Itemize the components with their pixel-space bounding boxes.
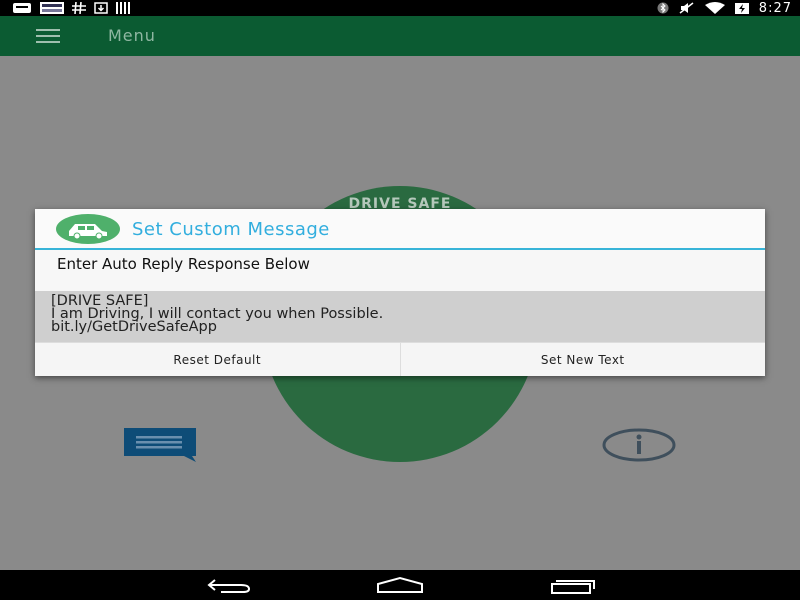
barcode-icon — [116, 2, 130, 14]
auto-reply-message-input[interactable]: [DRIVE SAFE] I am Driving, I will contac… — [35, 291, 765, 342]
status-time: 8:27 — [758, 0, 792, 16]
navigation-bar — [0, 570, 800, 600]
car-icon — [56, 214, 120, 244]
message-icon[interactable] — [124, 428, 196, 462]
status-bar: 8:27 — [0, 0, 800, 16]
set-custom-message-dialog: Set Custom Message Enter Auto Reply Resp… — [35, 209, 765, 376]
reset-default-button[interactable]: Reset Default — [35, 343, 400, 376]
bluetooth-icon — [657, 2, 669, 14]
dialog-button-bar: Reset Default Set New Text — [35, 342, 765, 376]
hamburger-menu-icon[interactable] — [36, 29, 60, 43]
info-icon[interactable] — [602, 428, 676, 462]
app-bar-title[interactable]: Menu — [108, 26, 156, 45]
wifi-icon — [704, 2, 725, 14]
recent-apps-icon[interactable] — [548, 576, 596, 594]
dialog-header: Set Custom Message — [35, 209, 765, 250]
news-icon — [40, 2, 64, 14]
home-icon[interactable] — [376, 576, 424, 594]
set-new-text-button[interactable]: Set New Text — [399, 343, 766, 376]
download-icon — [94, 2, 108, 14]
battery-icon — [734, 3, 749, 14]
message-icon — [13, 3, 31, 13]
app-bar: Menu — [0, 16, 800, 56]
back-icon[interactable] — [205, 576, 253, 594]
dialog-title: Set Custom Message — [132, 219, 330, 240]
message-line-3: bit.ly/GetDriveSafeApp — [51, 319, 217, 335]
mute-icon — [679, 2, 694, 14]
hashtag-icon — [72, 2, 86, 14]
dialog-prompt: Enter Auto Reply Response Below — [57, 255, 310, 273]
